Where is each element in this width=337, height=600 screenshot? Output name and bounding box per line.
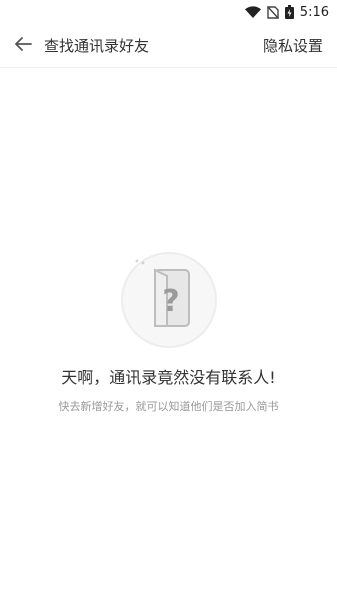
status-bar: 5:16 <box>0 0 337 24</box>
page-title: 查找通讯录好友 <box>44 37 150 55</box>
back-arrow-icon <box>14 36 32 56</box>
empty-state: ? 天啊，通讯录竟然没有联系人! 快去新增好友，就可以知道他们是否加入简书 <box>0 248 337 414</box>
wifi-icon <box>244 6 261 18</box>
no-sim-icon <box>266 5 279 19</box>
svg-text:?: ? <box>162 284 179 319</box>
empty-state-subtitle: 快去新增好友，就可以知道他们是否加入简书 <box>58 400 279 413</box>
privacy-settings-button[interactable]: 隐私设置 <box>263 35 323 56</box>
status-time: 5:16 <box>299 4 329 20</box>
back-button[interactable] <box>10 33 36 59</box>
battery-charging-icon <box>284 5 294 19</box>
empty-state-title: 天啊，通讯录竟然没有联系人! <box>61 368 276 387</box>
contact-book-question-icon: ? <box>117 248 221 352</box>
header-bar: 查找通讯录好友 隐私设置 <box>0 24 337 68</box>
status-icons <box>244 5 294 19</box>
